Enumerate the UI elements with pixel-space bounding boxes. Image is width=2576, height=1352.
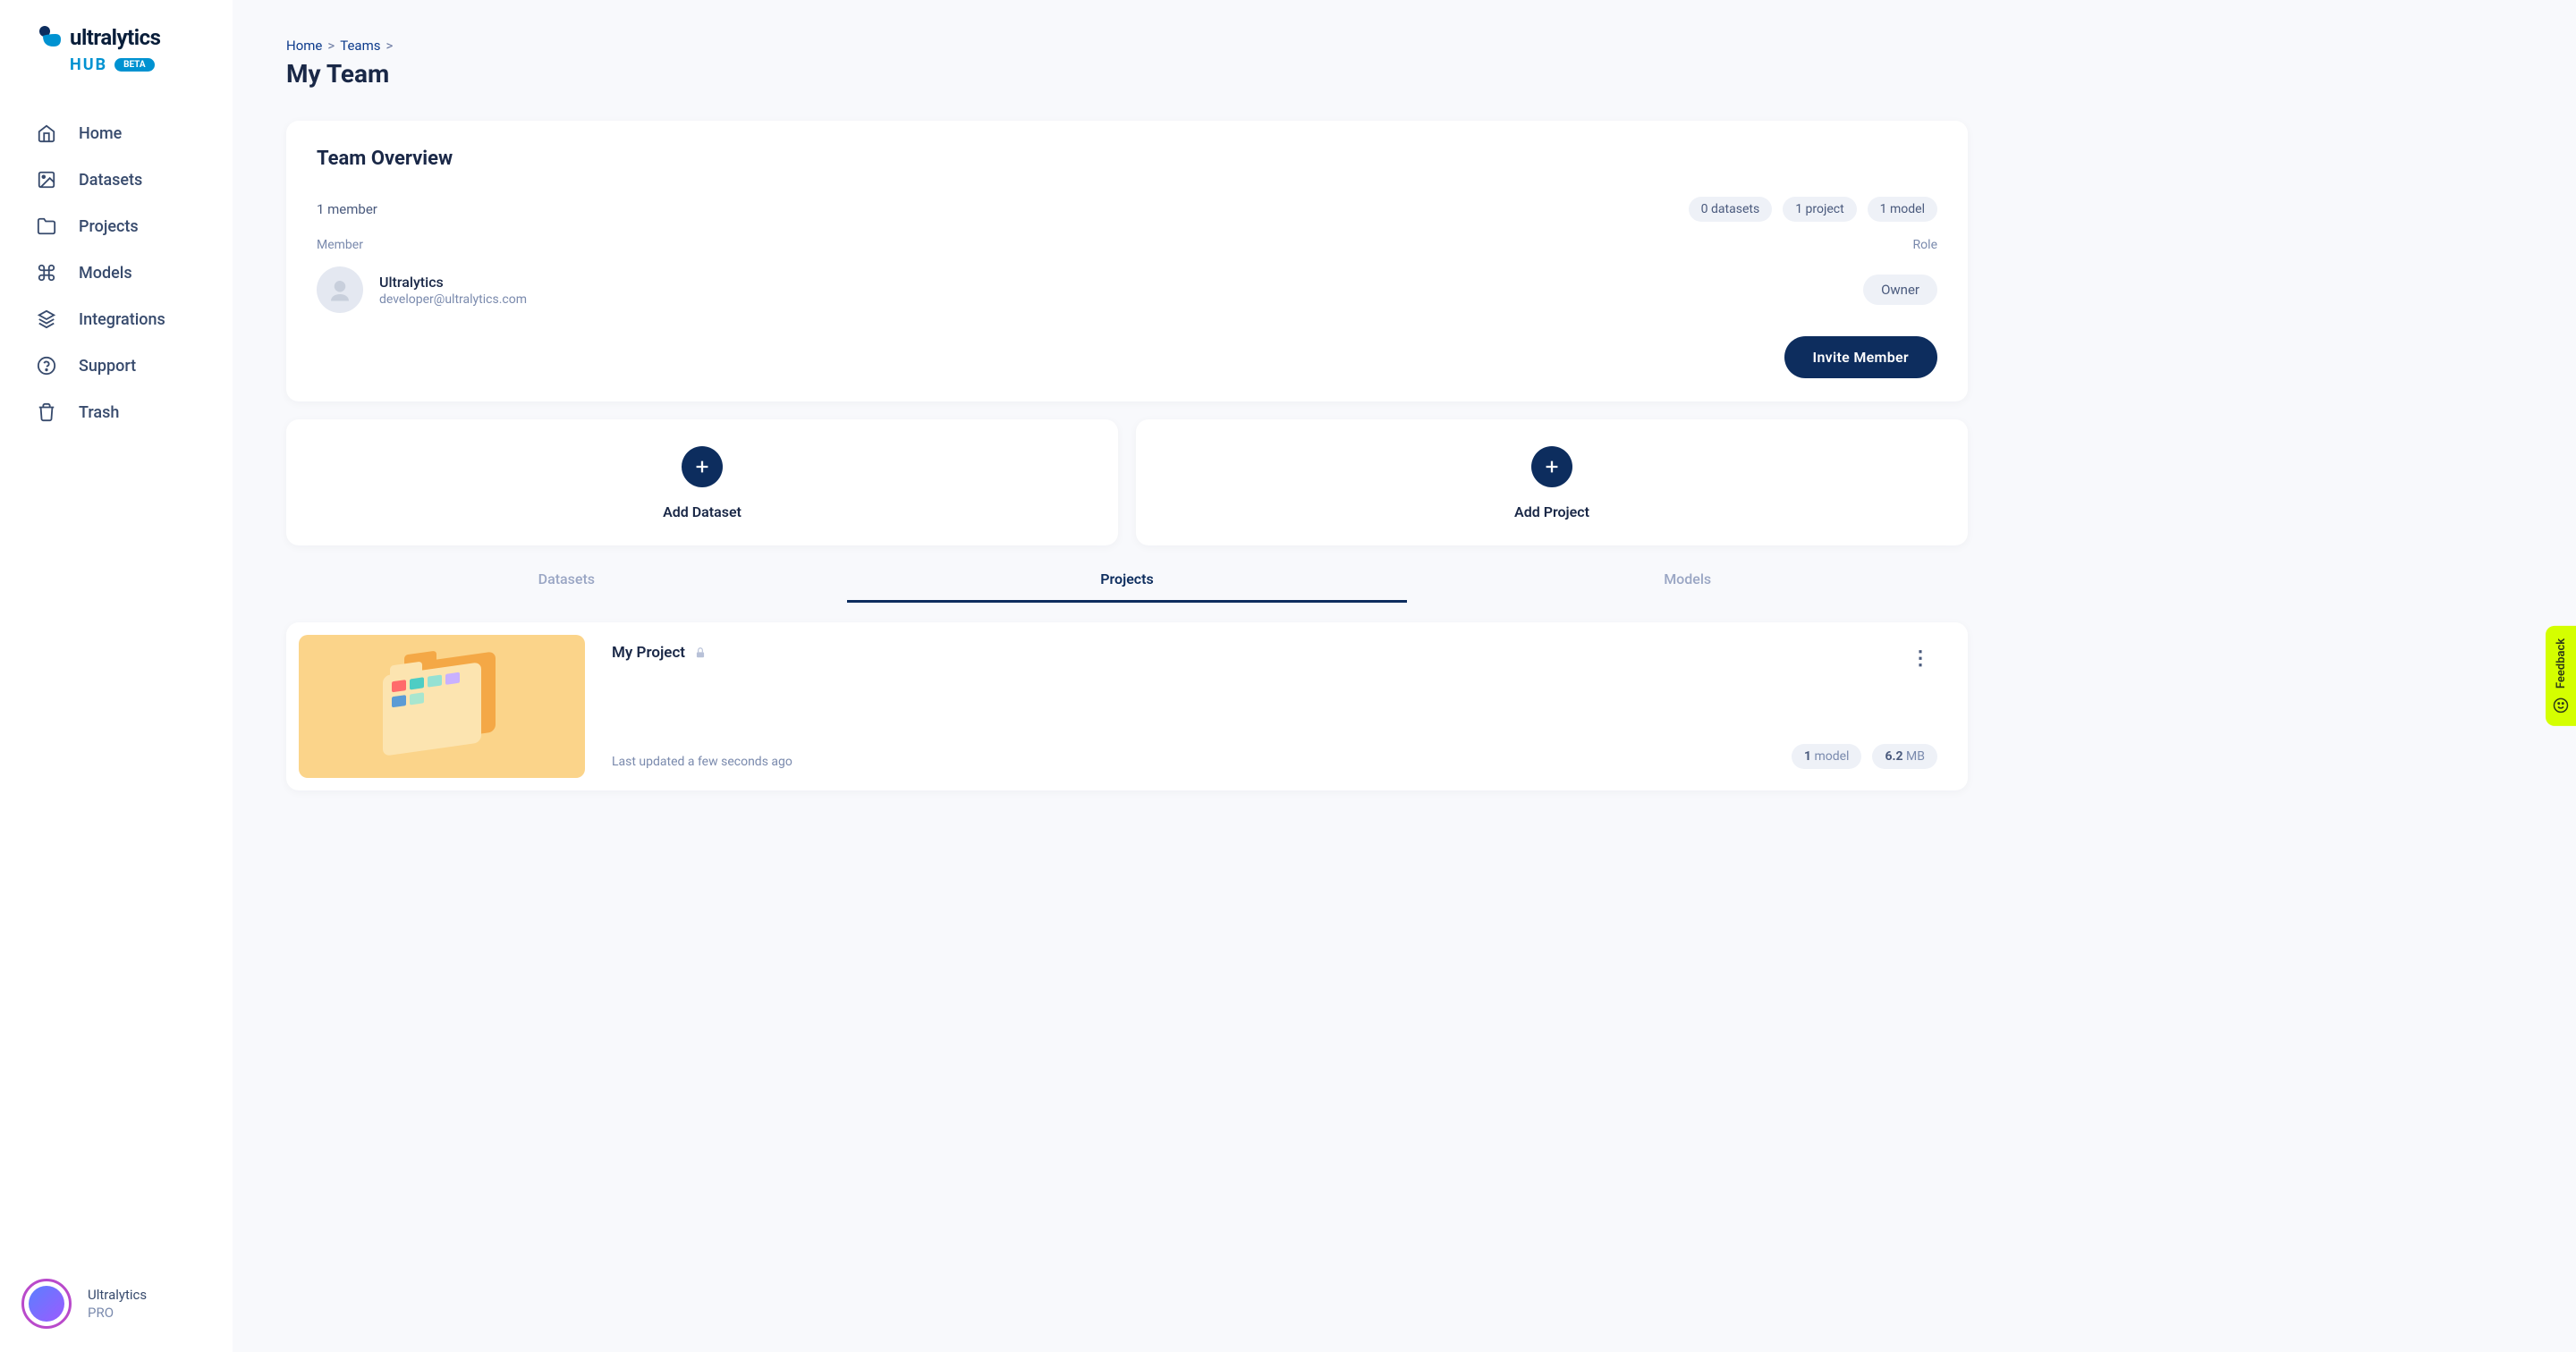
lock-icon (694, 646, 707, 659)
feedback-label: Feedback (2555, 638, 2568, 689)
nav-label: Datasets (79, 171, 142, 190)
project-model-count: 1 model (1792, 744, 1862, 769)
plus-icon (682, 446, 723, 487)
add-dataset-card[interactable]: Add Dataset (286, 419, 1118, 545)
team-overview-card: Team Overview 1 member 0 datasets 1 proj… (286, 121, 1968, 401)
brand-name: ultralytics (70, 25, 160, 50)
project-thumbnail (299, 635, 585, 778)
member-email: developer@ultralytics.com (379, 292, 527, 307)
nav-label: Trash (79, 403, 119, 422)
project-updated: Last updated a few seconds ago (612, 755, 1765, 769)
command-icon (36, 262, 57, 283)
nav-home[interactable]: Home (0, 110, 233, 156)
member-name: Ultralytics (379, 274, 527, 291)
col-member: Member (317, 238, 363, 252)
image-icon (36, 169, 57, 190)
breadcrumb: Home > Teams > (286, 38, 1968, 54)
trash-icon (36, 401, 57, 423)
add-project-card[interactable]: Add Project (1136, 419, 1968, 545)
avatar (21, 1279, 72, 1329)
plus-icon (1531, 446, 1572, 487)
invite-member-button[interactable]: Invite Member (1784, 336, 1937, 378)
nav-projects[interactable]: Projects (0, 203, 233, 249)
smile-icon (2553, 697, 2569, 714)
nav-trash[interactable]: Trash (0, 389, 233, 435)
logo[interactable]: ultralytics HUB BETA (0, 23, 233, 101)
overview-title: Team Overview (317, 148, 1937, 170)
add-dataset-label: Add Dataset (663, 503, 741, 520)
project-card[interactable]: My Project Last updated a few seconds ag… (286, 622, 1968, 790)
layers-icon (36, 308, 57, 330)
datasets-count-pill: 0 datasets (1689, 197, 1773, 222)
home-icon (36, 123, 57, 144)
project-menu-button[interactable]: ⋮ (1903, 644, 1937, 673)
user-name: Ultralytics (88, 1287, 147, 1303)
models-count-pill: 1 model (1868, 197, 1937, 222)
user-badge[interactable]: Ultralytics PRO (0, 1279, 233, 1329)
help-icon (36, 355, 57, 376)
nav-models[interactable]: Models (0, 249, 233, 296)
member-avatar-icon (317, 266, 363, 313)
main: Home > Teams > My Team Team Overview 1 m… (233, 0, 2576, 844)
tab-models[interactable]: Models (1407, 558, 1968, 603)
breadcrumb-teams[interactable]: Teams (340, 38, 380, 54)
project-size: 6.2 MB (1872, 744, 1937, 769)
project-name: My Project (612, 644, 685, 662)
nav: Home Datasets Projects Models Integratio… (0, 101, 233, 1279)
nav-integrations[interactable]: Integrations (0, 296, 233, 342)
brand-sub: HUB (70, 55, 107, 74)
tabs: Datasets Projects Models (286, 558, 1968, 603)
beta-badge: BETA (114, 58, 155, 72)
member-count: 1 member (317, 201, 377, 217)
projects-count-pill: 1 project (1783, 197, 1856, 222)
nav-support[interactable]: Support (0, 342, 233, 389)
folder-icon (36, 215, 57, 237)
breadcrumb-home[interactable]: Home (286, 38, 322, 54)
page-title: My Team (286, 59, 1968, 89)
col-role: Role (1913, 238, 1937, 252)
nav-label: Projects (79, 217, 139, 236)
tab-datasets[interactable]: Datasets (286, 558, 847, 603)
add-project-label: Add Project (1514, 503, 1589, 520)
tab-projects[interactable]: Projects (847, 558, 1408, 603)
feedback-button[interactable]: Feedback (2546, 626, 2576, 726)
nav-datasets[interactable]: Datasets (0, 156, 233, 203)
nav-label: Integrations (79, 310, 165, 329)
user-plan: PRO (88, 1305, 147, 1321)
nav-label: Home (79, 124, 122, 143)
sidebar: ultralytics HUB BETA Home Datasets Proje… (0, 0, 233, 1352)
brand-mark-icon (36, 23, 64, 52)
nav-label: Support (79, 357, 136, 376)
member-row: Ultralytics developer@ultralytics.com Ow… (317, 266, 1937, 313)
nav-label: Models (79, 264, 132, 283)
role-badge: Owner (1863, 275, 1937, 305)
